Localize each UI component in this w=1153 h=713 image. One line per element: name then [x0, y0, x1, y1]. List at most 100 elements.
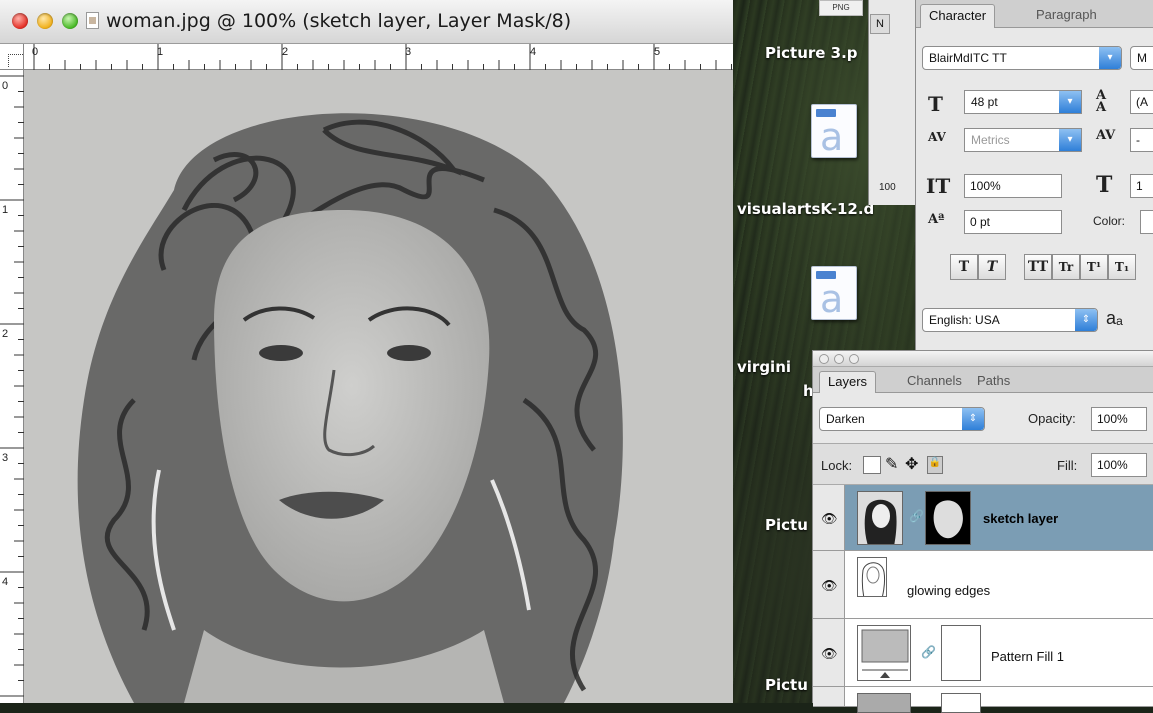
faux-italic-button[interactable]: T — [978, 254, 1006, 280]
layer-row[interactable]: 👁 🔗 Pattern Fill 1 — [813, 619, 1153, 687]
vertical-scale-field[interactable]: 100% — [964, 174, 1062, 198]
image-canvas[interactable] — [24, 70, 733, 703]
vertical-ruler-ticks — [0, 75, 24, 697]
eye-icon: 👁 — [821, 577, 838, 593]
horizontal-ruler[interactable]: 0 1 2 3 4 5 — [24, 44, 733, 70]
opacity-label: Opacity: — [1028, 411, 1076, 426]
all-caps-button[interactable]: TT — [1024, 254, 1052, 280]
lock-position-move-icon[interactable]: ✥ — [905, 454, 918, 474]
desktop-item-label[interactable]: visualartsK-12.d — [737, 200, 874, 218]
tab-channels[interactable]: Channels — [899, 371, 970, 395]
background-window-tab[interactable]: N — [870, 14, 890, 34]
tab-character[interactable]: Character — [920, 4, 996, 28]
document-title: woman.jpg @ 100% (sketch layer, Layer Ma… — [106, 10, 572, 32]
ruler-origin[interactable] — [0, 44, 24, 70]
tracking-field[interactable]: - — [1130, 128, 1153, 152]
layer-mask-thumbnail[interactable] — [925, 491, 971, 545]
ruler-number: 1 — [2, 204, 9, 216]
desktop-item-label[interactable]: Pictu — [765, 516, 808, 534]
eye-icon: 👁 — [821, 510, 838, 526]
visibility-toggle[interactable]: 👁 — [813, 619, 845, 686]
superscript-button[interactable]: T¹ — [1080, 254, 1108, 280]
stepper-arrow-icon: ⇕ — [962, 408, 984, 430]
layer-row[interactable] — [813, 687, 1153, 713]
mask-link-icon[interactable]: 🔗 — [921, 645, 936, 659]
layer-thumbnail — [857, 693, 911, 713]
fill-field[interactable]: 100% — [1091, 453, 1147, 477]
layers-tabs: Layers Channels Paths — [813, 367, 1153, 393]
blend-mode-select[interactable]: Darken ⇕ — [819, 407, 985, 431]
font-family-select[interactable]: BlairMdITC TT ▾ — [922, 46, 1122, 70]
vertical-ruler[interactable]: 0 1 2 3 4 — [0, 70, 24, 703]
fill-label: Fill: — [1057, 458, 1078, 473]
layer-mask-thumbnail[interactable] — [941, 693, 981, 713]
tab-paragraph[interactable]: Paragraph — [1028, 4, 1105, 28]
subscript-button[interactable]: T₁ — [1108, 254, 1136, 280]
opacity-field[interactable]: 100% — [1091, 407, 1147, 431]
ruler-number: 1 — [157, 46, 164, 58]
minimize-button[interactable] — [37, 13, 53, 29]
layer-thumbnail — [857, 491, 903, 545]
vertical-scale-icon: IT — [926, 174, 951, 198]
dropdown-arrow-icon: ▾ — [1059, 91, 1081, 113]
lock-all-icon[interactable]: 🔒 — [927, 456, 943, 474]
kerning-value: Metrics — [971, 133, 1010, 147]
lock-image-brush-icon[interactable]: ✎ — [885, 454, 898, 474]
horizontal-scale-icon: T — [1096, 172, 1113, 198]
visibility-toggle[interactable]: 👁 — [813, 485, 845, 550]
desktop-item-label[interactable]: virgini — [737, 358, 791, 376]
background-window-zoom: 100 — [879, 182, 896, 193]
layer-thumbnail — [857, 557, 887, 597]
kerning-field[interactable]: Metrics ▾ — [964, 128, 1082, 152]
layer-mask-thumbnail[interactable] — [941, 625, 981, 681]
baseline-shift-field[interactable]: 0 pt — [964, 210, 1062, 234]
document-titlebar[interactable]: woman.jpg @ 100% (sketch layer, Layer Ma… — [0, 0, 733, 44]
baseline-shift-icon: Aª — [928, 212, 945, 227]
faux-bold-button[interactable]: T — [950, 254, 978, 280]
zoom-button[interactable] — [62, 13, 78, 29]
word-document-icon[interactable]: a — [811, 266, 857, 320]
desktop-item-label[interactable]: Pictu — [765, 676, 808, 694]
font-style-select[interactable]: M — [1130, 46, 1153, 70]
language-select[interactable]: English: USA ⇕ — [922, 308, 1098, 332]
tab-layers[interactable]: Layers — [819, 371, 877, 393]
dropdown-arrow-icon: ▾ — [1099, 47, 1121, 69]
visibility-toggle[interactable] — [813, 687, 845, 706]
layer-row[interactable]: 👁 glowing edges — [813, 551, 1153, 619]
close-button[interactable] — [12, 13, 28, 29]
font-style-value: M — [1137, 51, 1147, 65]
palette-minimize-button[interactable] — [834, 354, 844, 364]
pattern-fill-thumbnail — [857, 625, 911, 681]
lock-row: Lock: ✎ ✥ 🔒 Fill: 100% — [813, 443, 1153, 485]
blend-mode-value: Darken — [826, 412, 865, 426]
leading-field[interactable]: (A — [1130, 90, 1153, 114]
tracking-icon: AV — [1096, 128, 1116, 143]
color-swatch[interactable] — [1140, 210, 1153, 234]
desktop-item-label[interactable]: Picture 3.p — [765, 44, 858, 62]
ruler-number: 2 — [2, 328, 9, 340]
layers-titlebar[interactable] — [813, 351, 1153, 367]
kerning-icon: AV — [928, 130, 946, 144]
layer-name[interactable]: Pattern Fill 1 — [991, 649, 1064, 664]
ruler-number: 3 — [405, 46, 412, 58]
font-size-field[interactable]: 48 pt ▾ — [964, 90, 1082, 114]
horizontal-scale-field[interactable]: 1 — [1130, 174, 1153, 198]
word-document-icon[interactable]: a — [811, 104, 857, 158]
small-caps-button[interactable]: Tr — [1052, 254, 1080, 280]
font-size-value: 48 pt — [971, 95, 998, 109]
lock-transparency-icon[interactable] — [863, 456, 881, 474]
color-label: Color: — [1093, 214, 1126, 228]
stepper-arrow-icon: ⇕ — [1075, 309, 1097, 331]
document-window: woman.jpg @ 100% (sketch layer, Layer Ma… — [0, 0, 733, 703]
layer-name[interactable]: sketch layer — [983, 511, 1058, 526]
ruler-number: 0 — [32, 46, 39, 58]
document-proxy-icon[interactable] — [86, 12, 99, 29]
eye-icon: 👁 — [821, 645, 838, 661]
mask-link-icon[interactable]: 🔗 — [909, 509, 924, 523]
visibility-toggle[interactable]: 👁 — [813, 551, 845, 618]
palette-close-button[interactable] — [819, 354, 829, 364]
palette-zoom-button[interactable] — [849, 354, 859, 364]
layer-row[interactable]: 👁 🔗 sketch layer — [813, 485, 1153, 551]
layer-name[interactable]: glowing edges — [907, 583, 990, 598]
tab-paths[interactable]: Paths — [969, 371, 1018, 395]
